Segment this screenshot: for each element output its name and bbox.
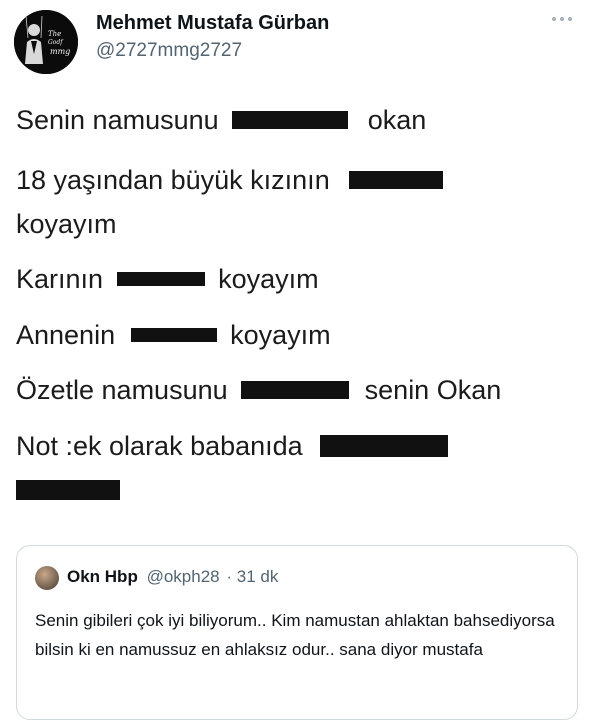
tweet-line-1: Senin namusunu okan — [16, 104, 426, 136]
censor-bar — [16, 479, 120, 500]
censor-bar — [130, 327, 217, 342]
tweet-line-6: Özetle namusunu senin Okan — [16, 374, 501, 406]
tweet-text: Not :ek olarak babanıda — [16, 431, 303, 461]
tweet: The Godf mmg Mehmet Mustafa Gürban @2727… — [0, 0, 590, 720]
quoted-text: Senin gibileri çok iyi biliyorum.. Kim n… — [35, 611, 555, 659]
tweet-line-2: 18 yaşından büyük kızının — [16, 164, 444, 196]
author-name[interactable]: Mehmet Mustafa Gürban — [96, 12, 329, 35]
tweet-line-8 — [16, 474, 120, 506]
tweet-line-4: Karının koyayım — [16, 263, 319, 295]
svg-text:The: The — [48, 30, 61, 38]
tweet-text: koyayım — [16, 209, 117, 239]
tweet-text: Annenin — [16, 320, 116, 350]
censor-bar — [320, 434, 449, 457]
tweet-text: okan — [367, 105, 427, 135]
tweet-text: koyayım — [218, 264, 319, 294]
quoted-header: Okn Hbp @okph28 · 31 dk — [67, 567, 278, 587]
quoted-avatar[interactable] — [35, 566, 59, 590]
tweet-text: 18 yaşından büyük kızının — [16, 165, 330, 195]
censor-bar — [232, 110, 349, 129]
quoted-tweet[interactable]: Okn Hbp @okph28 · 31 dk Senin gibileri ç… — [16, 545, 578, 720]
quoted-author-handle[interactable]: @okph28 — [147, 567, 220, 586]
tweet-line-5: Annenin koyayım — [16, 319, 331, 351]
godfather-logo-icon: The Godf mmg — [14, 10, 78, 74]
tweet-text: senin Okan — [364, 375, 502, 405]
tweet-line-7: Not :ek olarak babanıda — [16, 430, 449, 462]
quoted-author-name[interactable]: Okn Hbp — [67, 567, 138, 586]
tweet-text: Özetle namusunu — [16, 375, 228, 405]
tweet-text: koyayım — [230, 320, 331, 350]
quoted-separator: · — [226, 567, 233, 586]
more-dots-icon[interactable] — [548, 8, 576, 30]
tweet-text: Karının — [16, 264, 104, 294]
tweet-text: Senin namusunu — [16, 105, 219, 135]
censor-bar — [116, 271, 205, 286]
censor-bar — [241, 380, 350, 399]
quoted-timestamp[interactable]: 31 dk — [237, 567, 279, 586]
author-handle[interactable]: @2727mmg2727 — [96, 40, 242, 62]
tweet-line-3: koyayım — [16, 208, 117, 240]
svg-text:mmg: mmg — [50, 47, 70, 56]
author-avatar[interactable]: The Godf mmg — [14, 10, 78, 74]
censor-bar — [349, 170, 444, 189]
svg-text:Godf: Godf — [48, 39, 64, 46]
